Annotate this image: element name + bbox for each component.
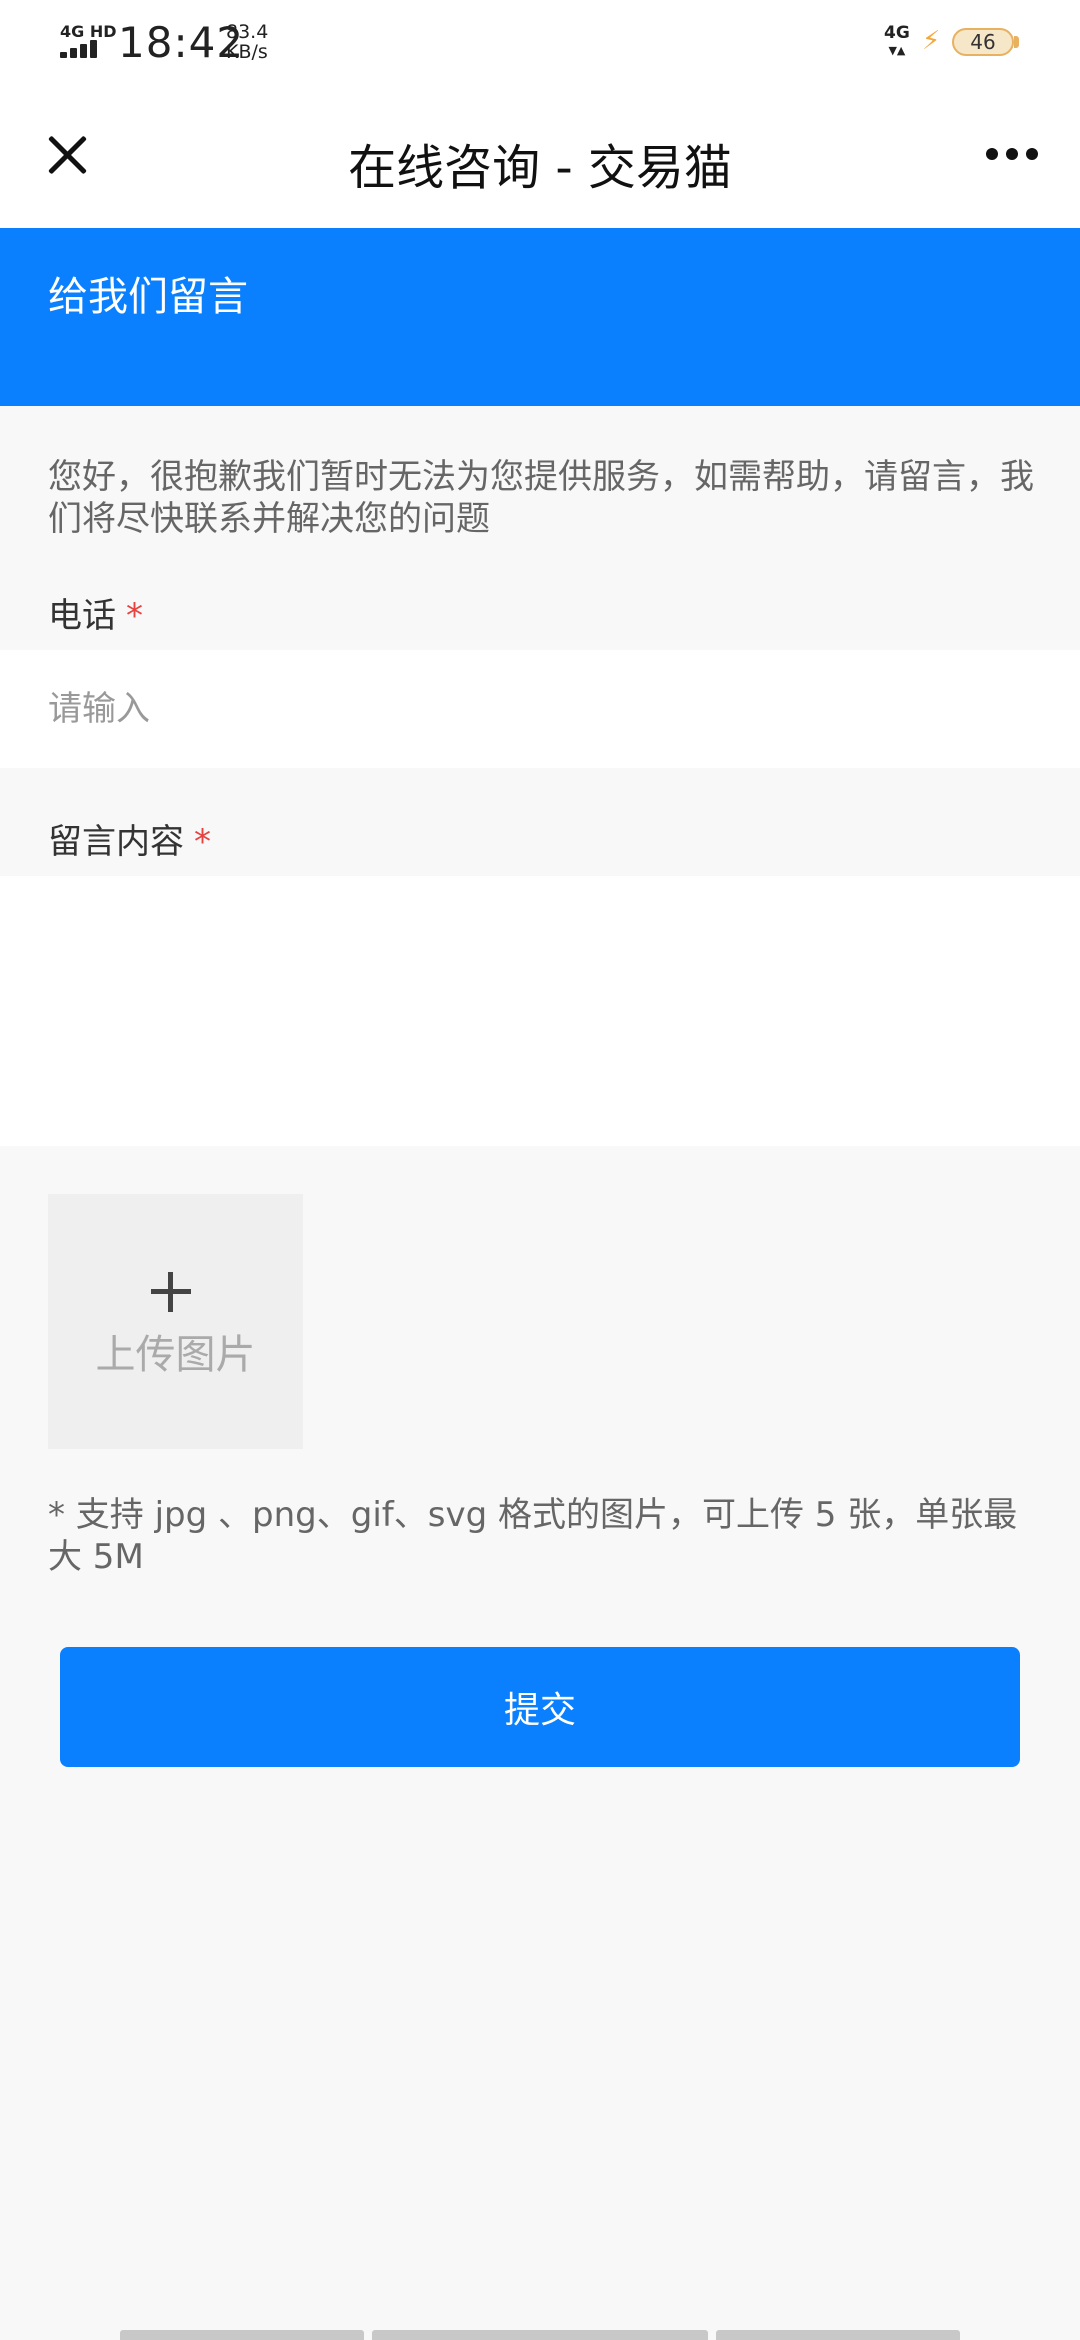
message-field-row — [0, 876, 1080, 1146]
upload-hint: * 支持 jpg 、png、gif、svg 格式的图片，可上传 5 张，单张最大… — [48, 1495, 1018, 1577]
message-label: 留言内容 * — [48, 814, 211, 863]
navigation-bar: 在线咨询 - 交易猫 — [0, 88, 1080, 228]
charging-icon: ⚡ — [922, 26, 941, 56]
upload-image-label: 上传图片 — [95, 1332, 256, 1378]
mobile-data-label: 4G — [884, 23, 910, 43]
network-type: 4G HD — [60, 22, 117, 41]
more-options-icon[interactable] — [982, 148, 1042, 162]
status-bar: 4G HD 18:42 83.4 KB/s 4G ▼▲ ⚡ 46 — [0, 0, 1080, 88]
phone-input[interactable] — [48, 650, 1038, 768]
network-speed-value: 83.4 — [226, 21, 269, 43]
required-mark: * — [194, 822, 211, 862]
required-mark: * — [126, 596, 143, 636]
data-arrows-icon: ▼▲ — [888, 44, 906, 57]
phone-label: 电话 * — [48, 588, 143, 637]
network-speed: 83.4 KB/s — [226, 22, 268, 62]
banner-title: 给我们留言 — [48, 274, 248, 320]
page-title: 在线咨询 - 交易猫 — [348, 140, 732, 196]
home-indicator-segment — [716, 2330, 960, 2340]
upload-image-button[interactable]: 上传图片 — [48, 1194, 303, 1449]
message-textarea[interactable] — [48, 896, 1038, 1126]
home-indicator-segment — [120, 2330, 364, 2340]
home-indicator-segment — [372, 2330, 708, 2340]
plus-icon — [151, 1272, 191, 1312]
battery-tip — [1014, 36, 1019, 48]
intro-text: 您好，很抱歉我们暂时无法为您提供服务，如需帮助，请留言，我们将尽快联系并解决您的… — [48, 457, 1034, 539]
mobile-data-icon: 4G ▼▲ — [884, 24, 910, 60]
close-icon[interactable] — [40, 126, 96, 182]
message-label-text: 留言内容 — [48, 822, 184, 862]
submit-button[interactable]: 提交 — [60, 1647, 1020, 1767]
network-speed-unit: KB/s — [226, 41, 268, 63]
signal-icon — [60, 40, 106, 58]
phone-field-row — [0, 650, 1080, 768]
battery-icon: 46 — [952, 28, 1014, 56]
phone-label-text: 电话 — [48, 596, 116, 636]
header-banner: 给我们留言 — [0, 228, 1080, 406]
